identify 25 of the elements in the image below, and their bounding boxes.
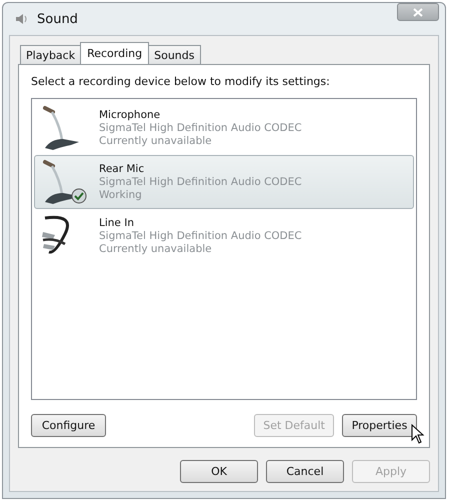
- device-name: Line In: [99, 216, 135, 230]
- tab[interactable]: Recording: [80, 42, 150, 64]
- device-driver: SigmaTel High Definition Audio CODEC: [99, 176, 302, 188]
- window-title: Sound: [37, 12, 78, 26]
- device-status: Currently unavailable: [99, 134, 213, 148]
- mouse-cursor-icon: [411, 424, 425, 444]
- device-item[interactable]: Rear Mic SigmaTel High Definition Audio CODEC Working: [34, 155, 414, 209]
- device-driver: SigmaTel High Definition Audio CODEC: [99, 122, 302, 134]
- tab[interactable]: Playback: [20, 45, 82, 64]
- speaker-icon: [15, 12, 29, 26]
- device-driver: SigmaTel High Definition Audio CODEC: [99, 230, 302, 242]
- tab[interactable]: Sounds: [148, 45, 200, 64]
- device-name: Rear Mic: [99, 162, 146, 176]
- instruction-text: Select a recording device below to modify its settings:: [31, 75, 331, 88]
- panel-button[interactable]: Configure: [31, 414, 106, 437]
- dialog-button[interactable]: Cancel: [266, 460, 344, 483]
- device-status: Currently unavailable: [99, 242, 213, 256]
- device-item[interactable]: Line In SigmaTel High Definition Audio CODEC Currently unavailable: [34, 209, 414, 263]
- panel-button[interactable]: Properties: [342, 414, 417, 437]
- device-item[interactable]: Microphone SigmaTel High Definition Audio CODEC Currently unavailable: [34, 101, 414, 155]
- dialog-button[interactable]: OK: [180, 460, 258, 483]
- close-button[interactable]: [397, 3, 439, 21]
- device-status: Working: [99, 188, 143, 202]
- close-icon: [413, 8, 423, 16]
- device-name: Microphone: [99, 108, 162, 122]
